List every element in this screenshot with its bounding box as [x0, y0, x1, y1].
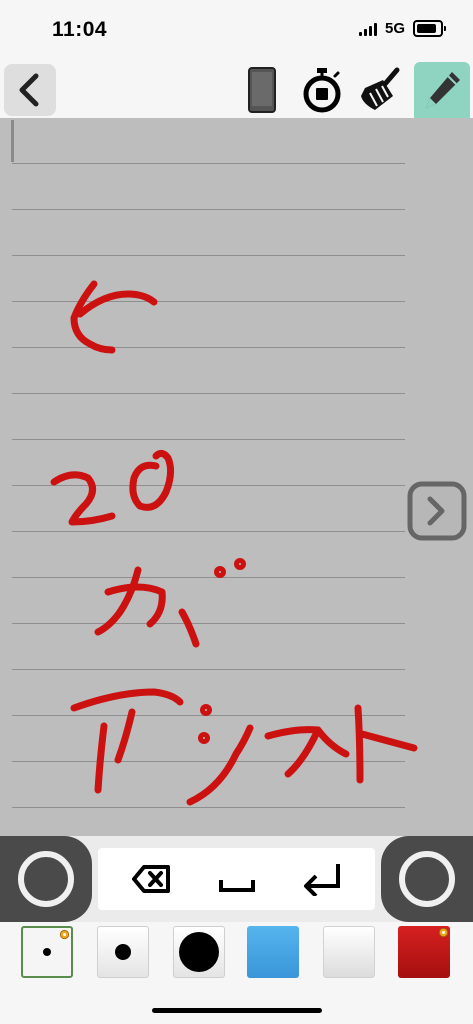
- status-indicators: 5G: [358, 20, 446, 37]
- space-key[interactable]: [213, 855, 261, 903]
- ink-stroke: [129, 449, 175, 511]
- status-bar: 11:04 5G: [0, 0, 473, 60]
- ink-stroke: [200, 704, 212, 716]
- pen-size-dot: [115, 944, 131, 960]
- ink-stroke: [76, 290, 158, 318]
- clear-button[interactable]: [354, 62, 406, 118]
- pen-fine-button[interactable]: [21, 926, 73, 978]
- pencil-icon: [426, 72, 460, 108]
- handwriting-ink: [50, 280, 418, 806]
- cellular-signal-icon: [358, 22, 377, 36]
- chevron-right-icon: [407, 481, 467, 541]
- pen-bold-button[interactable]: [173, 926, 225, 978]
- home-indicator[interactable]: [152, 1008, 322, 1013]
- status-time: 11:04: [52, 18, 108, 41]
- home-bar-area: [0, 984, 473, 1024]
- chevron-left-icon: [19, 73, 39, 107]
- key-panel: [98, 848, 375, 910]
- ink-stroke: [94, 722, 108, 794]
- toolbar: [0, 60, 473, 118]
- ink-stroke: [214, 566, 226, 578]
- writing-canvas[interactable]: [0, 118, 473, 836]
- pen-palette: [0, 922, 473, 984]
- ink-stroke: [70, 688, 184, 712]
- back-button[interactable]: [4, 64, 56, 116]
- right-ring-button[interactable]: [399, 851, 455, 907]
- left-ring-button[interactable]: [18, 851, 74, 907]
- return-key[interactable]: [298, 855, 346, 903]
- device-button[interactable]: [236, 62, 288, 118]
- ink-stroke: [354, 704, 364, 784]
- color-white-button[interactable]: [323, 926, 375, 978]
- stopwatch-icon: [303, 68, 341, 113]
- ink-stroke: [94, 566, 142, 636]
- color-blue-button[interactable]: [247, 926, 299, 978]
- space-icon: [219, 880, 255, 892]
- ink-stroke: [114, 708, 136, 764]
- broom-clear-icon: [361, 67, 400, 110]
- pen-tool-button[interactable]: [414, 62, 470, 118]
- battery-icon: [413, 20, 446, 37]
- next-page-button[interactable]: [406, 480, 468, 542]
- pen-size-dot: [43, 948, 51, 956]
- ink-stroke: [178, 608, 200, 648]
- left-pad: [0, 836, 92, 922]
- ink-stroke: [314, 726, 350, 758]
- return-icon: [304, 864, 340, 896]
- timer-button[interactable]: [296, 62, 348, 118]
- pen-size-dot: [179, 932, 219, 972]
- ink-stroke: [50, 471, 116, 526]
- ink-stroke: [358, 730, 418, 752]
- ink-stroke: [234, 558, 246, 570]
- backspace-key[interactable]: [128, 855, 176, 903]
- right-pad: [381, 836, 473, 922]
- gear-badge-icon: [59, 929, 70, 940]
- device-phone-icon: [248, 67, 276, 113]
- gear-badge-icon: [438, 927, 449, 938]
- pen-medium-button[interactable]: [97, 926, 149, 978]
- ink-stroke: [264, 726, 322, 778]
- input-bar: [0, 836, 473, 922]
- ink-stroke: [198, 732, 210, 744]
- backspace-icon: [132, 865, 170, 893]
- color-red-button[interactable]: [398, 926, 450, 978]
- network-type: 5G: [384, 20, 405, 37]
